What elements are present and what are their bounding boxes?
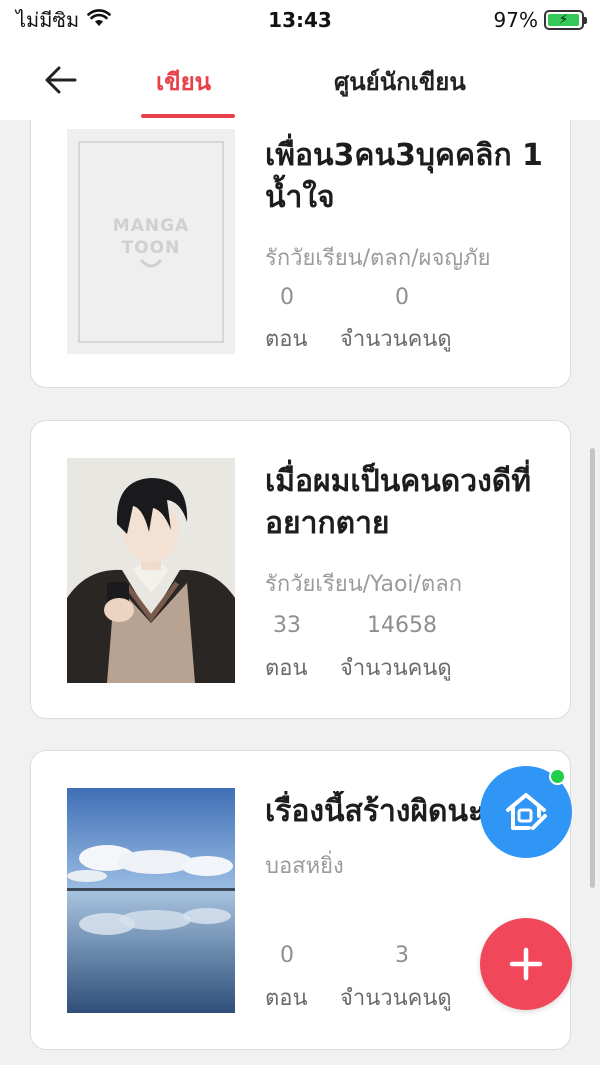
- active-tab-indicator: [141, 114, 235, 118]
- mangatoon-logo: MANGA TOON: [78, 140, 224, 343]
- wifi-icon: [87, 8, 111, 32]
- work-title: เมื่อผมเป็นคนดวงดีที่อยากตาย: [265, 464, 532, 541]
- work-card[interactable]: เมื่อผมเป็นคนดวงดีที่อยากตาย รักวัยเรียน…: [30, 420, 571, 719]
- notification-dot: [549, 768, 566, 785]
- smile-icon: [140, 259, 162, 267]
- work-genre: บอสหยิ่ง: [265, 854, 344, 879]
- sky-lake-photo: [67, 788, 235, 1013]
- battery-fill: ⚡: [548, 12, 580, 28]
- episodes-count: 33: [273, 613, 301, 638]
- tab-write[interactable]: เขียน: [156, 62, 211, 101]
- work-card[interactable]: MANGA TOON เพื่อน3คน3บุคคลิก 1 น้ำใจ รัก…: [30, 120, 571, 388]
- tab-writer-center[interactable]: ศูนย์นักเขียน: [334, 62, 466, 101]
- scrollbar[interactable]: [590, 448, 595, 888]
- anime-boy-illustration: [67, 458, 235, 683]
- views-count: 14658: [367, 613, 437, 638]
- work-genre: รักวัยเรียน/ตลก/ผจญภัย: [265, 246, 491, 271]
- carrier-label: ไม่มีซิม: [16, 8, 80, 32]
- episodes-label: ตอน: [265, 327, 308, 352]
- back-button[interactable]: [38, 58, 82, 102]
- episodes-label: ตอน: [265, 986, 308, 1011]
- views-count: 3: [395, 943, 409, 968]
- add-work-button[interactable]: [480, 918, 572, 1010]
- views-label: จำนวนคนดู: [340, 656, 452, 681]
- work-genre: รักวัยเรียน/Yaoi/ตลก: [265, 572, 463, 597]
- arrow-left-icon: [45, 66, 77, 94]
- top-nav: เขียน ศูนย์นักเขียน: [0, 40, 600, 120]
- cover-placeholder: MANGA TOON: [67, 129, 235, 354]
- cover-image: [67, 458, 235, 683]
- cover-image: [67, 788, 235, 1013]
- status-right: 97% ⚡: [493, 8, 587, 32]
- charging-bolt-icon: ⚡: [558, 12, 569, 28]
- status-left: ไม่มีซิม: [16, 4, 111, 36]
- logo-line-2: TOON: [121, 237, 181, 258]
- battery-icon: ⚡: [544, 10, 587, 30]
- views-label: จำนวนคนดู: [340, 327, 452, 352]
- episodes-count: 0: [280, 285, 294, 310]
- plus-icon: [509, 947, 543, 981]
- logo-line-1: MANGA: [112, 215, 190, 236]
- views-label: จำนวนคนดู: [340, 986, 452, 1011]
- episodes-count: 0: [280, 943, 294, 968]
- episodes-label: ตอน: [265, 656, 308, 681]
- writer-home-icon: [506, 793, 547, 830]
- status-bar: ไม่มีซิม 13:43 97% ⚡: [0, 0, 600, 40]
- work-title: เพื่อน3คน3บุคคลิก 1 น้ำใจ: [265, 138, 543, 215]
- views-count: 0: [395, 285, 409, 310]
- battery-percent: 97%: [493, 8, 538, 32]
